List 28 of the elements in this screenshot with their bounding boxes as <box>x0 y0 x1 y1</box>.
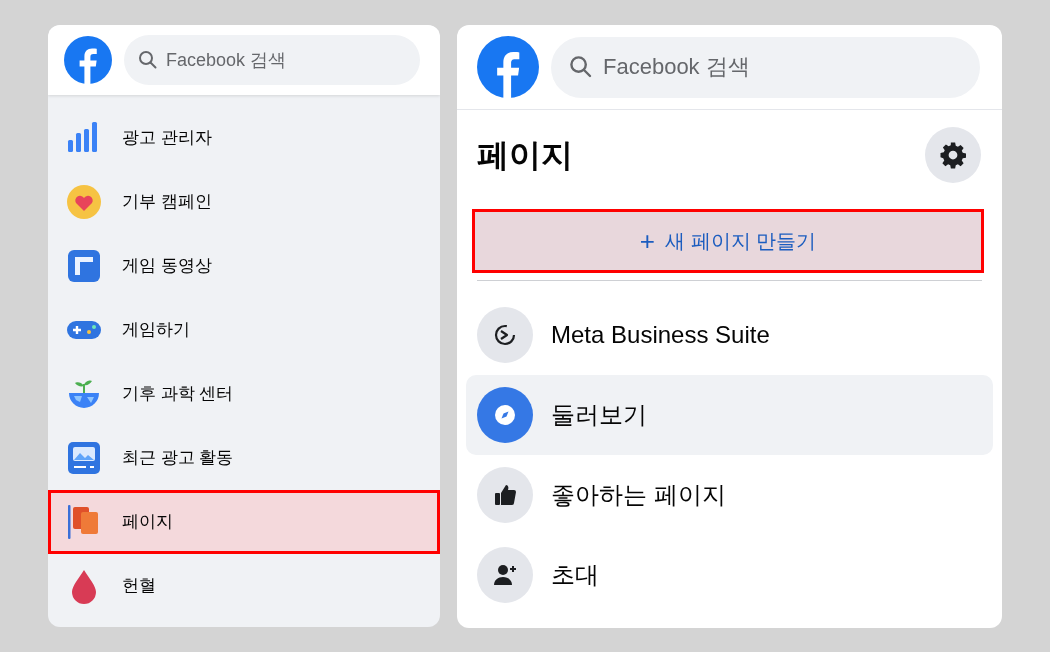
settings-button[interactable] <box>925 127 981 183</box>
video-tile-icon <box>66 248 102 284</box>
search-icon <box>569 54 593 79</box>
list-item[interactable]: 초대 <box>466 535 993 615</box>
menu-item[interactable]: 게임 동영상 <box>48 234 440 298</box>
search-field[interactable]: Facebook 검색 <box>124 35 420 85</box>
meta-logo-icon <box>477 307 533 363</box>
list-item[interactable]: 둘러보기 <box>466 375 993 455</box>
monitor-icon <box>66 440 102 476</box>
settings-icon <box>938 140 968 170</box>
create-page-button[interactable]: + 새 페이지 만들기 <box>475 212 981 270</box>
menu-item[interactable]: 광고 관리자 <box>48 106 440 170</box>
facebook-logo-icon[interactable] <box>477 36 539 98</box>
thumbs-up-icon <box>477 467 533 523</box>
menu-item[interactable]: 기부 캠페인 <box>48 170 440 234</box>
menu-item[interactable]: 최근 광고 활동 <box>48 426 440 490</box>
page-title: 페이지 <box>477 136 573 175</box>
menu-item[interactable]: 페이지 <box>48 490 440 554</box>
search-field[interactable]: Facebook 검색 <box>551 36 980 98</box>
add-person-icon <box>477 547 533 603</box>
menu-item[interactable]: 게임하기 <box>48 298 440 362</box>
menu-item[interactable]: 기후 과학 센터 <box>48 362 440 426</box>
search-icon <box>138 50 158 70</box>
compass-icon <box>477 387 533 443</box>
facebook-logo-icon[interactable] <box>64 36 112 84</box>
list-item[interactable]: Meta Business Suite <box>466 295 993 375</box>
menu-item[interactable]: 헌혈 <box>48 554 440 618</box>
list-item[interactable]: 좋아하는 페이지 <box>466 455 993 535</box>
